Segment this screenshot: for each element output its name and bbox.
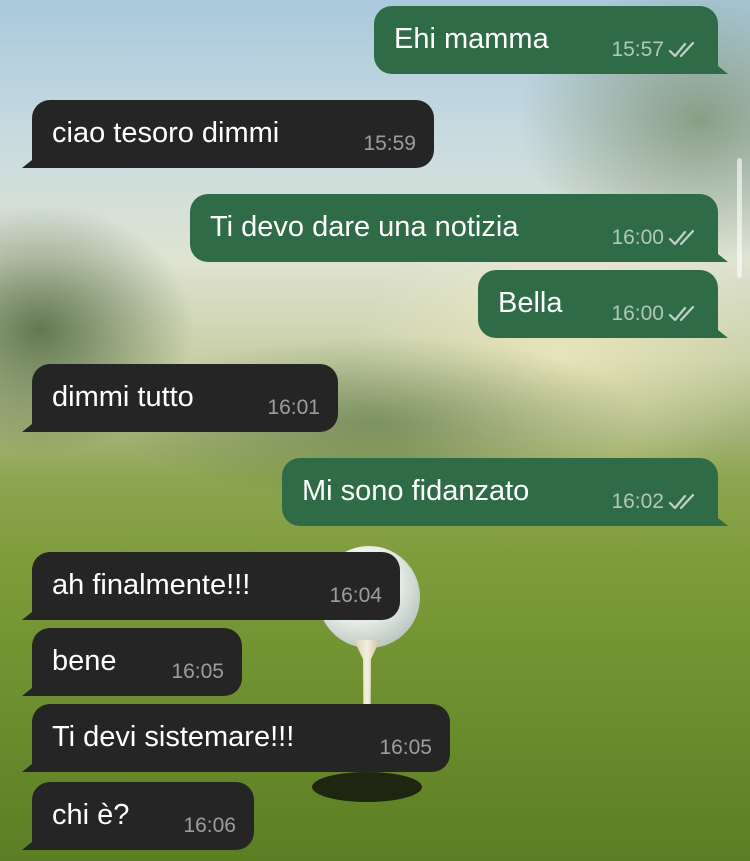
message-bubble-outgoing[interactable]: Ti devo dare una notizia 16:00 [190, 194, 718, 262]
message-bubble-outgoing[interactable]: Bella 16:00 [478, 270, 718, 338]
message-list: Ehi mamma 15:57 ciao tesoro dimmi 15:59 … [0, 0, 750, 861]
message-time: 16:05 [379, 736, 432, 759]
message-text: chi è? [52, 799, 130, 831]
message-bubble-incoming[interactable]: ah finalmente!!! 16:04 [32, 552, 400, 620]
message-bubble-incoming[interactable]: Ti devi sistemare!!! 16:05 [32, 704, 450, 772]
message-time: 16:00 [611, 226, 664, 249]
message-time: 16:01 [267, 396, 320, 419]
message-text: dimmi tutto [52, 381, 194, 413]
message-bubble-outgoing[interactable]: Mi sono fidanzato 16:02 [282, 458, 718, 526]
message-time: 15:57 [611, 38, 664, 61]
message-text: Ti devi sistemare!!! [52, 721, 295, 753]
message-text: bene [52, 645, 117, 677]
message-bubble-incoming[interactable]: chi è? 16:06 [32, 782, 254, 850]
message-text: Mi sono fidanzato [302, 475, 530, 507]
double-check-icon [668, 493, 695, 510]
message-bubble-incoming[interactable]: bene 16:05 [32, 628, 242, 696]
message-bubble-incoming[interactable]: ciao tesoro dimmi 15:59 [32, 100, 434, 168]
message-time: 16:04 [329, 584, 382, 607]
message-text: Ti devo dare una notizia [210, 211, 519, 243]
message-time: 15:59 [363, 132, 416, 155]
message-text: Ehi mamma [394, 23, 549, 55]
message-time: 16:02 [611, 490, 664, 513]
double-check-icon [668, 229, 695, 246]
message-text: ciao tesoro dimmi [52, 117, 280, 149]
message-text: Bella [498, 287, 563, 319]
double-check-icon [668, 41, 695, 58]
double-check-icon [668, 305, 695, 322]
message-bubble-outgoing[interactable]: Ehi mamma 15:57 [374, 6, 718, 74]
message-bubble-incoming[interactable]: dimmi tutto 16:01 [32, 364, 338, 432]
message-time: 16:00 [611, 302, 664, 325]
message-time: 16:06 [183, 814, 236, 837]
message-time: 16:05 [171, 660, 224, 683]
message-text: ah finalmente!!! [52, 569, 251, 601]
